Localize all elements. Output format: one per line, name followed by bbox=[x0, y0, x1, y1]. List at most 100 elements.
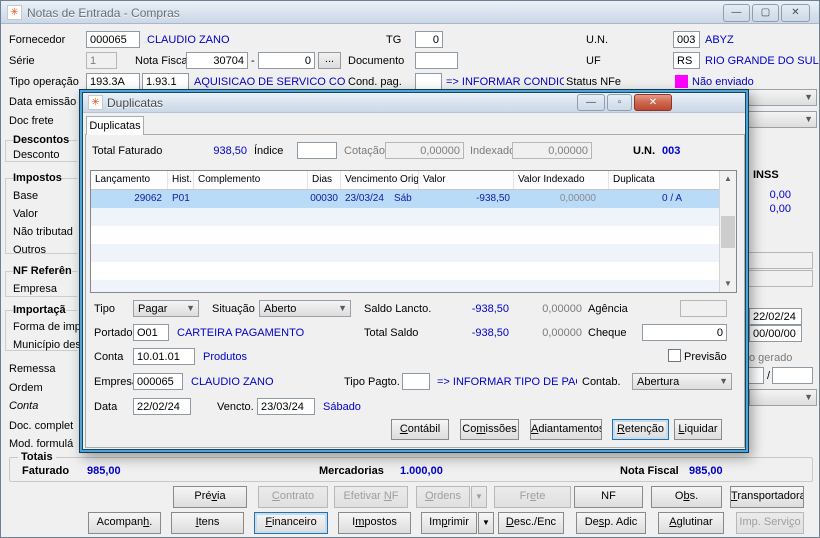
sidebar-item-ordem[interactable]: Ordem bbox=[9, 382, 43, 395]
column-header-vencimento-orig[interactable]: Vencimento Orig. bbox=[341, 171, 419, 189]
tipo-combo[interactable]: Pagar ▼ bbox=[133, 300, 199, 317]
contabil-button[interactable]: Contábil bbox=[391, 419, 449, 440]
contab-combo[interactable]: Abertura ▼ bbox=[632, 373, 732, 390]
cell-valor-indexado: 0,00000 bbox=[559, 193, 596, 204]
fornecedor-field[interactable]: 000065 bbox=[86, 31, 140, 48]
indexado-label: Indexado bbox=[470, 145, 516, 157]
imp-servico-button[interactable]: Imp. Serviço bbox=[736, 512, 804, 534]
cell-complemento bbox=[194, 190, 308, 208]
sidebar-item-remessa[interactable]: Remessa bbox=[9, 363, 55, 376]
table-scrollbar[interactable]: ▲ ▼ bbox=[719, 171, 736, 292]
financeiro-button[interactable]: Financeiro bbox=[254, 512, 328, 534]
itens-button[interactable]: Itens bbox=[171, 512, 244, 534]
sidebar-item-outros[interactable]: Outros bbox=[13, 244, 46, 257]
un-field[interactable]: 003 bbox=[673, 31, 700, 48]
table-row[interactable]: 29062 P01 00030 23/03/24 Sáb -938,50 0,00000 0 … bbox=[91, 190, 736, 208]
right-small-field-2[interactable] bbox=[772, 367, 813, 384]
sidebar-item-forma-de-imp[interactable]: Forma de imp bbox=[13, 321, 81, 334]
liquidar-button[interactable]: Liquidar bbox=[674, 419, 722, 440]
nota-fiscal-field[interactable]: 30704 bbox=[186, 52, 248, 69]
sidebar-item-data-emissao[interactable]: Data emissão bbox=[9, 96, 76, 109]
vencto-field[interactable]: 23/03/24 bbox=[257, 398, 315, 415]
desc-enc-button[interactable]: Desc./Enc bbox=[498, 512, 564, 534]
empty-table-row bbox=[91, 262, 736, 280]
aglutinar-button[interactable]: Aglutinar bbox=[658, 512, 724, 534]
column-header-hist[interactable]: Hist. bbox=[168, 171, 194, 189]
impostos-button[interactable]: Impostos bbox=[338, 512, 411, 534]
minimize-icon[interactable]: — bbox=[723, 4, 750, 22]
sidebar-item-mod-formula[interactable]: Mod. formulá bbox=[9, 438, 73, 451]
dialog-close-icon[interactable]: ✕ bbox=[634, 94, 672, 111]
sidebar-item-base[interactable]: Base bbox=[13, 190, 38, 203]
column-header-valor[interactable]: Valor bbox=[419, 171, 514, 189]
sidebar-item-municipio-des[interactable]: Município des bbox=[13, 339, 81, 352]
uf-field[interactable]: RS bbox=[673, 52, 700, 69]
dialog-title: Duplicatas bbox=[107, 96, 164, 110]
right-combo-3[interactable]: ▼ bbox=[749, 389, 817, 406]
acompanh-button[interactable]: Acompanh. bbox=[88, 512, 161, 534]
tipo-operacao-field1[interactable]: 193.3A bbox=[86, 73, 140, 90]
column-header-lancamento[interactable]: Lançamento bbox=[91, 171, 168, 189]
obs-button[interactable]: Obs. bbox=[651, 486, 722, 508]
column-header-duplicata[interactable]: Duplicata bbox=[609, 171, 721, 189]
portador-field[interactable]: O01 bbox=[133, 324, 169, 341]
sidebar-item-nao-tributad[interactable]: Não tributad bbox=[13, 226, 73, 239]
dialog-restore-icon[interactable]: ▫ bbox=[607, 94, 632, 111]
scroll-thumb[interactable] bbox=[721, 216, 735, 248]
scroll-up-icon[interactable]: ▲ bbox=[720, 171, 736, 187]
close-icon[interactable]: ✕ bbox=[781, 4, 810, 22]
previsao-checkbox[interactable] bbox=[668, 349, 681, 362]
indexado-field: 0,00000 bbox=[512, 142, 592, 159]
cheque-field[interactable]: 0 bbox=[642, 324, 727, 341]
adiantamentos-button[interactable]: Adiantamentos bbox=[530, 419, 602, 440]
retencao-button[interactable]: Retenção bbox=[612, 419, 669, 440]
column-header-valor-indexado[interactable]: Valor Indexado bbox=[514, 171, 609, 189]
agencia-field[interactable] bbox=[680, 300, 727, 317]
nota-fiscal-sub-field[interactable]: 0 bbox=[258, 52, 315, 69]
sidebar-item-conta[interactable]: Conta bbox=[9, 400, 38, 413]
column-header-dias[interactable]: Dias bbox=[308, 171, 341, 189]
comissoes-button[interactable]: Comissões bbox=[460, 419, 519, 440]
sidebar-item-doc-complet[interactable]: Doc. complet bbox=[9, 420, 73, 433]
mercadorias-value: 1.000,00 bbox=[400, 465, 443, 477]
ordens-dropdown-arrow-icon[interactable]: ▼ bbox=[471, 486, 487, 508]
cond-pag-field[interactable] bbox=[415, 73, 442, 90]
conta-field[interactable]: 10.01.01 bbox=[133, 348, 195, 365]
nf-referencia-button[interactable]: NF Referência bbox=[574, 486, 643, 508]
maximize-icon[interactable]: ▢ bbox=[752, 4, 779, 22]
inss-label: INSS bbox=[753, 169, 779, 181]
tab-duplicatas[interactable]: Duplicatas bbox=[86, 116, 144, 135]
dialog-minimize-icon[interactable]: — bbox=[577, 94, 605, 111]
tg-field[interactable]: 0 bbox=[415, 31, 443, 48]
tipo-operacao-field2[interactable]: 1.93.1 bbox=[142, 73, 189, 90]
nota-fiscal-dash: - bbox=[251, 55, 255, 67]
total-faturado-value: 938,50 bbox=[213, 145, 247, 157]
imprimir-dropdown-arrow-icon[interactable]: ▼ bbox=[478, 512, 494, 534]
duplicatas-table[interactable]: Lançamento Hist. Complemento Dias Vencimento… bbox=[90, 170, 737, 293]
efetivar-nf-button[interactable]: Efetivar NF bbox=[334, 486, 408, 508]
ordens-button[interactable]: Ordens bbox=[416, 486, 470, 508]
app-icon: ✳ bbox=[7, 5, 22, 20]
sidebar-item-empresa[interactable]: Empresa bbox=[13, 283, 57, 296]
sidebar-item-valor[interactable]: Valor bbox=[13, 208, 38, 221]
right-date-field-2[interactable]: 00/00/00 bbox=[749, 325, 802, 342]
scroll-down-icon[interactable]: ▼ bbox=[720, 276, 736, 292]
notas-entrada-window: ✳ Notas de Entrada - Compras — ▢ ✕ Forne… bbox=[0, 0, 820, 538]
right-date-field-1[interactable]: 22/02/24 bbox=[749, 308, 802, 325]
indice-field[interactable] bbox=[297, 142, 337, 159]
empresa-field[interactable]: 000065 bbox=[133, 373, 183, 390]
imprimir-button[interactable]: Imprimir bbox=[421, 512, 477, 534]
contrato-button[interactable]: Contrato bbox=[258, 486, 328, 508]
sidebar-item-desconto[interactable]: Desconto bbox=[13, 149, 59, 162]
data-field[interactable]: 22/02/24 bbox=[133, 398, 191, 415]
column-header-complemento[interactable]: Complemento bbox=[194, 171, 308, 189]
tipo-pagto-field[interactable] bbox=[402, 373, 430, 390]
documento-field[interactable] bbox=[415, 52, 458, 69]
previa-button[interactable]: Prévia bbox=[173, 486, 247, 508]
sidebar-item-doc-frete[interactable]: Doc frete bbox=[9, 115, 54, 128]
frete-button[interactable]: Frete bbox=[494, 486, 571, 508]
browse-button[interactable]: ... bbox=[318, 52, 341, 69]
situacao-combo[interactable]: Aberto ▼ bbox=[259, 300, 351, 317]
transportadora-button[interactable]: Transportadora bbox=[730, 486, 804, 508]
desp-adic-button[interactable]: Desp. Adic bbox=[576, 512, 646, 534]
